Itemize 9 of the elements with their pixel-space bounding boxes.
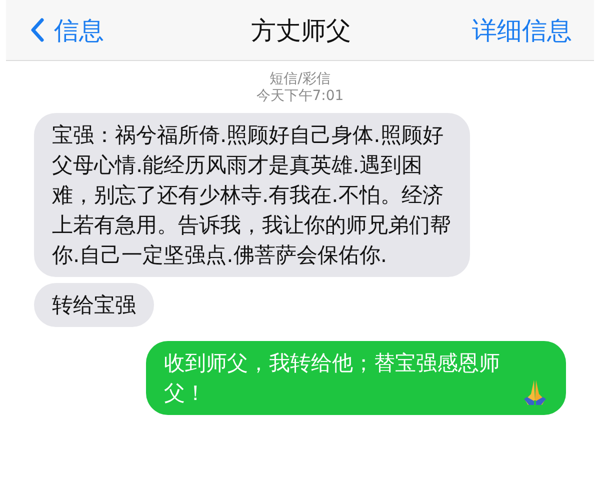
back-button[interactable]: 信息	[30, 14, 104, 46]
message-text: 宝强：祸兮福所倚.照顾好自己身体.照顾好父母心情.能经历风雨才是真英雄.遇到困难，别忘了还有少林寺.有我在.不怕。经济上若有急用。告诉我，我让你的师兄弟们帮你.自己一定坚强点.佛菩萨会保佑你.	[52, 122, 452, 269]
chevron-left-icon	[30, 18, 44, 42]
contact-name: 方丈师父	[251, 14, 351, 46]
details-button[interactable]: 详细信息	[472, 14, 572, 46]
service-label: 短信/彩信	[270, 71, 330, 88]
message-text: 转给宝强	[52, 292, 136, 319]
timestamp: 今天下午7:01	[256, 88, 344, 105]
message-text: 收到师父，我转给他；替宝强感恩师父！	[164, 350, 501, 407]
